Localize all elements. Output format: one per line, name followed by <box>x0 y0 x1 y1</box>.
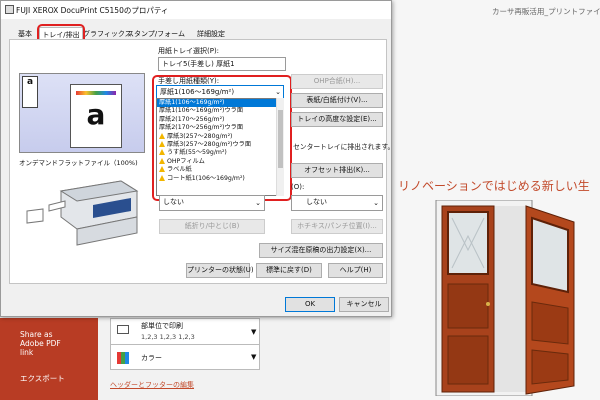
sidebar-item-export[interactable]: エクスポート <box>20 374 65 383</box>
preview-heading: リノベーションではじめる新しい生 <box>398 179 590 193</box>
staple-select-value: しない <box>163 198 184 206</box>
print-settings-panel: 部単位で印刷 1,2,3 1,2,3 1,2,3 ▼ カラー ▼ ヘッダーとフッ… <box>98 318 390 400</box>
printer-illustration <box>21 171 141 251</box>
color-label: カラー <box>141 354 162 362</box>
printer-status-button[interactable]: プリンターの状態(U) <box>186 263 254 278</box>
printer-properties-dialog: FUJI XEROX DocuPrint C5150のプロパティ 基本 トレイ/… <box>0 0 395 317</box>
chevron-down-icon: ▼ <box>251 328 257 336</box>
fold-booklet-button[interactable]: 紙折り/中とじ(B) <box>159 219 265 234</box>
printer-icon <box>5 5 14 14</box>
output-label: (O): <box>291 183 305 191</box>
ok-button[interactable]: OK <box>285 297 335 312</box>
paper-tray-label: 用紙トレイ選択(P): <box>158 47 220 55</box>
collate-icon <box>117 325 129 334</box>
ohp-interleave-button[interactable]: OHP合紙(H)... <box>291 74 383 89</box>
dialog-title: FUJI XEROX DocuPrint C5150のプロパティ <box>16 6 169 15</box>
cancel-button[interactable]: キャンセル <box>339 297 389 312</box>
color-option[interactable]: カラー ▼ <box>110 344 260 370</box>
chevron-down-icon: ⌄ <box>373 199 379 207</box>
tray-icon: a <box>22 76 38 108</box>
tray-preview: a a <box>19 73 145 153</box>
chevron-down-icon: ▼ <box>251 353 257 361</box>
color-icon <box>117 352 129 364</box>
staple-position-button[interactable]: ホチキス/パンチ位置(I)... <box>291 219 383 234</box>
paper-tray-select[interactable]: トレイ5(手差し) 厚紙1 <box>158 57 286 71</box>
door-image <box>430 199 580 397</box>
punch-select[interactable]: しない ⌄ <box>291 195 383 211</box>
collate-sub: 1,2,3 1,2,3 1,2,3 <box>141 333 195 341</box>
cover-sheet-button[interactable]: 表紙/白紙付け(V)... <box>291 93 383 108</box>
collate-label: 部単位で印刷 <box>141 322 183 330</box>
staple-select[interactable]: しない ⌄ <box>159 195 265 211</box>
offset-output-button[interactable]: オフセット排出(K)... <box>291 163 383 178</box>
sidebar-item-share[interactable]: Share as Adobe PDF link <box>20 330 61 357</box>
app-sidebar: Share as Adobe PDF link エクスポート <box>0 318 98 400</box>
collate-option[interactable]: 部単位で印刷 1,2,3 1,2,3 1,2,3 ▼ <box>110 318 260 346</box>
dialog-titlebar: FUJI XEROX DocuPrint C5150のプロパティ <box>1 1 391 19</box>
header-footer-link[interactable]: ヘッダーとフッターの編集 <box>110 380 194 390</box>
center-tray-text: センタートレイに排出されます。 <box>293 143 395 151</box>
dropdown-highlight <box>152 75 292 201</box>
chevron-down-icon: ⌄ <box>255 199 261 207</box>
paper-preview-icon: a <box>70 84 122 148</box>
document-title: カーサ再販活用_プリントファイル.pdf <box>492 7 600 16</box>
help-button[interactable]: ヘルプ(H) <box>328 263 383 278</box>
restore-defaults-button[interactable]: 標準に戻す(D) <box>256 263 322 278</box>
paper-name-label: オンデマンドフラットファイル（100%) <box>19 159 138 167</box>
tray-advanced-button[interactable]: トレイの高度な設定(E)... <box>291 112 383 127</box>
mixed-size-button[interactable]: サイズ混在原稿の出力設定(X)... <box>259 243 383 258</box>
punch-select-value: しない <box>306 198 327 206</box>
